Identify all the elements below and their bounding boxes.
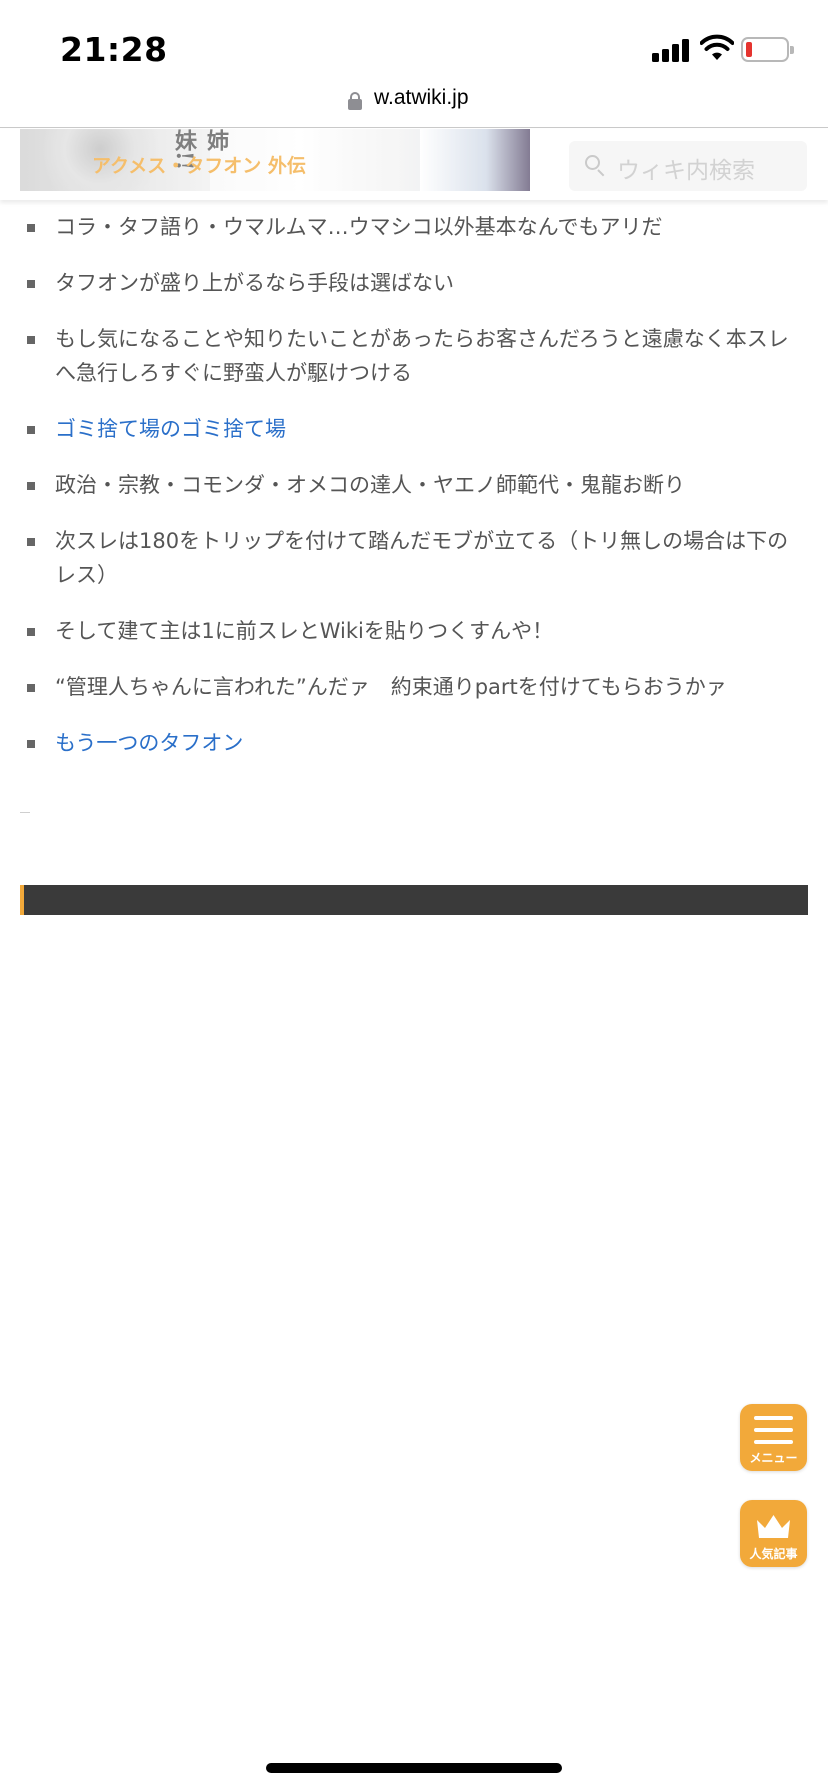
menu-button-label: メニュー (749, 1451, 798, 1465)
wifi-icon (700, 34, 734, 60)
bullet-icon (27, 426, 35, 434)
bullet-icon (27, 336, 35, 344)
bullet-icon (27, 224, 35, 232)
divider (20, 812, 30, 813)
link-another-tafuon[interactable]: もう一つのタフオン (55, 731, 243, 755)
search-icon (585, 155, 605, 177)
wiki-search-input[interactable]: ウィキ内検索 (569, 141, 807, 191)
home-indicator[interactable] (266, 1763, 562, 1773)
url-bar[interactable]: w.atwiki.jp (0, 86, 828, 128)
bullet-icon (27, 280, 35, 288)
cellular-signal-icon (652, 38, 690, 62)
list-item: 政治・宗教・コモンダ・オメコの達人・ヤエノ師範代・鬼龍お断り (25, 468, 806, 502)
battery-icon (741, 37, 794, 62)
hamburger-menu-icon (754, 1416, 793, 1444)
bullet-icon (27, 538, 35, 546)
list-item: “管理人ちゃんに言われた”んだァ 約束通りpartを付けてもらおうかァ (25, 670, 806, 704)
menu-button[interactable]: メニュー (740, 1404, 807, 1471)
list-item: タフオンが盛り上がるなら手段は選ばない (25, 266, 806, 300)
site-title[interactable]: アクメス・タフオン 外伝 (92, 151, 306, 178)
status-bar: 21:28 (0, 0, 828, 86)
link-garbage-dump[interactable]: ゴミ捨て場のゴミ捨て場 (55, 417, 286, 441)
site-header: 姉妹!! アクメス・タフオン 外伝 ウィキ内検索 (0, 129, 828, 200)
banner-artwork-right (420, 129, 530, 191)
list-item: もし気になることや知りたいことがあったらお客さんだろうと遠慮なく本スレへ急行しろ… (25, 322, 806, 390)
rule-text: 政治・宗教・コモンダ・オメコの達人・ヤエノ師範代・鬼龍お断り (55, 473, 685, 497)
bullet-icon (27, 684, 35, 692)
list-item: ゴミ捨て場のゴミ捨て場 (25, 412, 806, 446)
bullet-icon (27, 482, 35, 490)
site-banner[interactable]: 姉妹!! アクメス・タフオン 外伝 (20, 129, 530, 191)
rule-text: タフオンが盛り上がるなら手段は選ばない (55, 271, 454, 295)
bullet-icon (27, 628, 35, 636)
popular-articles-button[interactable]: 人気記事 (740, 1500, 807, 1567)
rule-text: 次スレは180をトリップを付けて踏んだモブが立てる（トリ無しの場合は下のレス） (55, 529, 789, 587)
list-item: コラ・タフ語り・ウマルムマ…ウマシコ以外基本なんでもアリだ (25, 210, 806, 244)
list-item: 次スレは180をトリップを付けて踏んだモブが立てる（トリ無しの場合は下のレス） (25, 524, 806, 592)
rule-text: コラ・タフ語り・ウマルムマ…ウマシコ以外基本なんでもアリだ (55, 215, 663, 239)
rule-text: “管理人ちゃんに言われた”んだァ 約束通りpartを付けてもらおうかァ (55, 675, 727, 699)
lock-icon (348, 92, 362, 110)
list-item: そして建て主は1に前スレとWikiを貼りつくすんや！ (25, 614, 806, 648)
rules-list: コラ・タフ語り・ウマルムマ…ウマシコ以外基本なんでもアリだ タフオンが盛り上がる… (0, 200, 828, 760)
list-item: もう一つのタフオン (25, 726, 806, 760)
section-header (20, 885, 808, 915)
rule-text: そして建て主は1に前スレとWikiを貼りつくすんや！ (55, 619, 554, 643)
crown-icon (757, 1515, 790, 1538)
search-placeholder: ウィキ内検索 (617, 158, 755, 184)
popular-articles-label: 人気記事 (749, 1547, 798, 1561)
bullet-icon (27, 740, 35, 748)
url-domain[interactable]: w.atwiki.jp (374, 86, 469, 110)
rule-text: もし気になることや知りたいことがあったらお客さんだろうと遠慮なく本スレへ急行しろ… (55, 327, 789, 385)
page-content: コラ・タフ語り・ウマルムマ…ウマシコ以外基本なんでもアリだ タフオンが盛り上がる… (0, 200, 828, 782)
status-time: 21:28 (60, 30, 168, 69)
